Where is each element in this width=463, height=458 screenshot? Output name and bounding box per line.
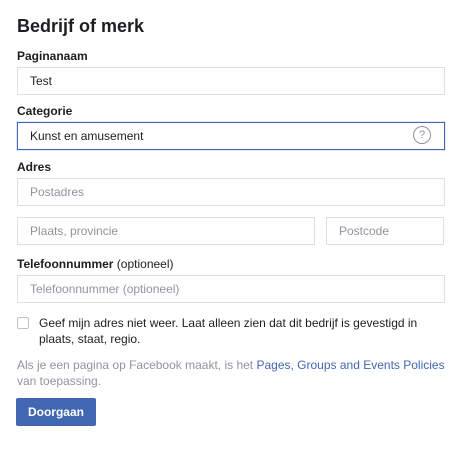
address-label: Adres	[17, 160, 52, 174]
street-address-input[interactable]	[17, 178, 445, 206]
phone-label: Telefoonnummer (optioneel)	[17, 257, 174, 271]
postal-code-input[interactable]	[326, 217, 444, 245]
city-province-input[interactable]	[17, 217, 315, 245]
category-input[interactable]	[17, 122, 445, 150]
phone-input[interactable]	[17, 275, 445, 303]
policy-link[interactable]: Pages, Groups and Events Policies	[256, 358, 444, 372]
continue-button[interactable]: Doorgaan	[16, 398, 96, 426]
hide-address-label[interactable]: Geef mijn adres niet weer. Laat alleen z…	[39, 315, 449, 347]
help-icon[interactable]: ?	[413, 126, 431, 144]
page-name-input[interactable]	[17, 67, 445, 95]
phone-label-optional: (optioneel)	[116, 257, 174, 271]
policy-notice: Als je een pagina op Facebook maakt, is …	[17, 357, 452, 389]
policy-suffix: van toepassing.	[17, 374, 102, 388]
hide-address-checkbox[interactable]	[17, 317, 29, 329]
category-label: Categorie	[17, 104, 73, 118]
page-name-label: Paginanaam	[17, 49, 88, 63]
phone-label-text: Telefoonnummer	[17, 257, 114, 271]
policy-prefix: Als je een pagina op Facebook maakt, is …	[17, 358, 257, 372]
form-title: Bedrijf of merk	[17, 16, 145, 36]
